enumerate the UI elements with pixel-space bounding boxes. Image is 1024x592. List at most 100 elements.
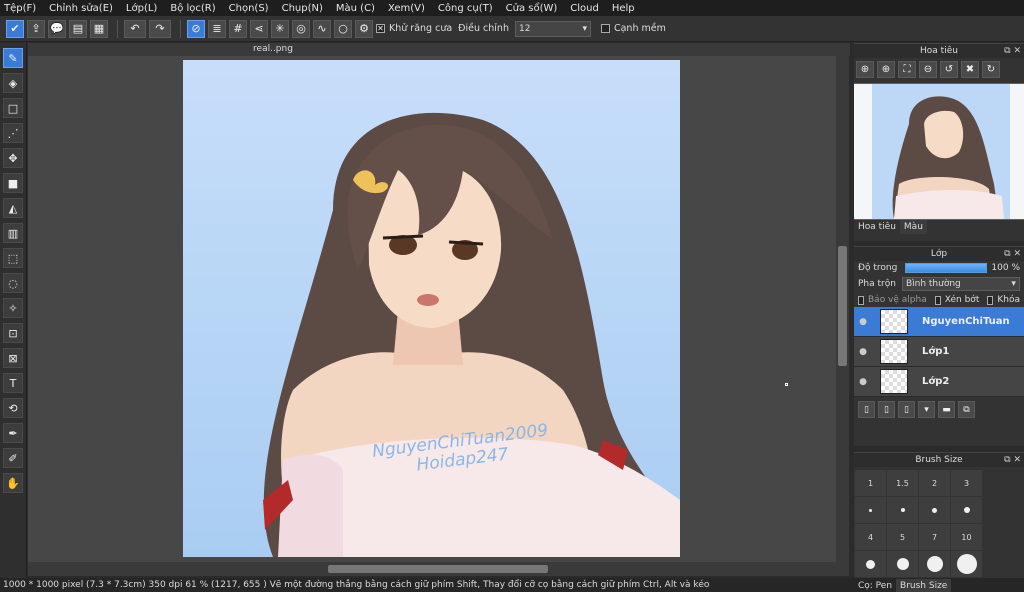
brush-size-cell[interactable]: 10 — [951, 524, 982, 550]
folder-icon[interactable]: ▬ — [938, 401, 955, 418]
brush-size-cell[interactable] — [951, 497, 982, 523]
artwork-canvas[interactable]: NguyenChiTuan2009 Hoidap247 — [183, 60, 680, 557]
select-rect-icon[interactable]: ⬚ — [3, 248, 23, 268]
brush-size-cell[interactable]: 1 — [855, 470, 886, 496]
undo-icon[interactable]: ↶ — [124, 19, 146, 38]
settings-icon[interactable]: ⚙ — [355, 19, 373, 38]
navigator-preview[interactable] — [854, 83, 1024, 220]
smooth-edge-toggle[interactable]: Cạnh mềm — [600, 23, 666, 34]
antialias-toggle[interactable]: ✕ Khử răng cưa — [376, 23, 452, 34]
zoom-out-icon[interactable]: ⊖ — [919, 61, 937, 78]
layer-item[interactable]: ● Lớp2 — [854, 367, 1024, 397]
tab-brush-size[interactable]: Brush Size — [896, 579, 952, 592]
vertical-scrollbar[interactable] — [836, 56, 849, 562]
redo-icon[interactable]: ↷ — [149, 19, 171, 38]
brush-size-cell[interactable]: 2 — [919, 470, 950, 496]
checkbox-icon[interactable] — [858, 295, 864, 305]
operation-icon[interactable]: ⟲ — [3, 398, 23, 418]
fit-icon[interactable]: ⛶ — [898, 61, 916, 78]
eraser-icon[interactable]: ◈ — [3, 73, 23, 93]
menu-view[interactable]: Xem(V) — [388, 3, 425, 14]
vertical-scroll-thumb[interactable] — [838, 246, 847, 366]
brush-size-cell[interactable] — [951, 551, 982, 577]
visibility-icon[interactable]: ● — [854, 317, 872, 327]
circle-icon[interactable]: ○ — [334, 19, 352, 38]
hand-icon[interactable]: ✋ — [3, 473, 23, 493]
menu-file[interactable]: Tệp(F) — [4, 3, 36, 14]
blend-select[interactable]: Bình thường ▾ — [901, 277, 1020, 291]
add-layer-icon[interactable]: ▾ — [918, 401, 935, 418]
menu-window[interactable]: Cửa sổ(W) — [506, 3, 558, 14]
rotate-right-icon[interactable]: ↻ — [982, 61, 1000, 78]
layer-item[interactable]: ● Lớp1 — [854, 337, 1024, 367]
horizontal-scroll-thumb[interactable] — [328, 565, 548, 573]
brush-size-cell[interactable]: 4 — [855, 524, 886, 550]
perspective-icon[interactable]: ⋖ — [250, 19, 268, 38]
select-eraser-icon[interactable]: ⊠ — [3, 348, 23, 368]
speech-bubble-icon[interactable]: 💬 — [48, 19, 66, 38]
menu-select[interactable]: Chọn(S) — [229, 3, 269, 14]
radial-icon[interactable]: ✳ — [271, 19, 289, 38]
brush-size-cell[interactable] — [887, 551, 918, 577]
canvas-area[interactable]: NguyenChiTuan2009 Hoidap247 — [28, 56, 836, 562]
visibility-icon[interactable]: ● — [854, 347, 872, 357]
new-layer-icon[interactable]: ▯ — [878, 401, 895, 418]
zoom-in-icon[interactable]: ⊕ — [856, 61, 874, 78]
brush-size-cell[interactable] — [855, 551, 886, 577]
adjust-select[interactable]: 12 ▾ — [514, 20, 591, 37]
close-icon[interactable]: ⧉ ✕ — [1004, 453, 1021, 467]
brush-size-cell[interactable] — [919, 551, 950, 577]
document-tab[interactable]: real..png — [208, 43, 338, 56]
export-icon[interactable]: ⇪ — [27, 19, 45, 38]
bucket-icon[interactable]: ◭ — [3, 198, 23, 218]
copy-layer-icon[interactable]: ▯ — [898, 401, 915, 418]
new-layer-icon[interactable]: ▯ — [858, 401, 875, 418]
menu-edit[interactable]: Chỉnh sửa(E) — [49, 3, 113, 14]
tab-color[interactable]: Màu — [899, 220, 927, 234]
no-snap-icon[interactable]: ⊘ — [187, 19, 205, 38]
check-icon[interactable]: ✔ — [6, 19, 24, 38]
brush-icon[interactable]: ✎ — [3, 48, 23, 68]
brush-size-cell[interactable]: 7 — [919, 524, 950, 550]
brush-size-cell[interactable] — [919, 497, 950, 523]
gradient-icon[interactable]: ▥ — [3, 223, 23, 243]
select-pen-icon[interactable]: ⊡ — [3, 323, 23, 343]
horizontal-scrollbar[interactable] — [28, 562, 849, 576]
zoom-in-icon[interactable]: ⊕ — [877, 61, 895, 78]
checkbox-icon[interactable] — [987, 295, 994, 305]
menu-cloud[interactable]: Cloud — [570, 3, 599, 14]
menu-color[interactable]: Màu (C) — [336, 3, 375, 14]
duplicate-icon[interactable]: ⧉ — [958, 401, 975, 418]
grid-snap-icon[interactable]: # — [229, 19, 247, 38]
comment-icon[interactable]: ▤ — [69, 19, 87, 38]
text-icon[interactable]: T — [3, 373, 23, 393]
brush-size-cell[interactable] — [887, 497, 918, 523]
menu-capture[interactable]: Chụp(N) — [282, 3, 323, 14]
curve-icon[interactable]: ∿ — [313, 19, 331, 38]
dot-brush-icon[interactable]: ⋰ — [3, 123, 23, 143]
menu-layer[interactable]: Lớp(L) — [126, 3, 157, 14]
menu-help[interactable]: Help — [612, 3, 635, 14]
brush-size-cell[interactable]: 1.5 — [887, 470, 918, 496]
menu-tools[interactable]: Công cụ(T) — [438, 3, 493, 14]
visibility-icon[interactable]: ● — [854, 377, 872, 387]
layer-item[interactable]: ● NguyenChiTuan — [854, 307, 1024, 337]
close-icon[interactable]: ⧉ ✕ — [1004, 44, 1021, 58]
opacity-slider[interactable] — [905, 263, 988, 273]
brush-size-cell[interactable] — [855, 497, 886, 523]
magic-wand-icon[interactable]: ✧ — [3, 298, 23, 318]
concentric-icon[interactable]: ◎ — [292, 19, 310, 38]
eyedropper-icon[interactable]: ✒ — [3, 423, 23, 443]
fill-rect-icon[interactable]: ■ — [3, 173, 23, 193]
tab-brush[interactable]: Cọ: Pen — [854, 579, 896, 592]
move-icon[interactable]: ✥ — [3, 148, 23, 168]
rectangle-icon[interactable]: □ — [3, 98, 23, 118]
parallel-lines-icon[interactable]: ≣ — [208, 19, 226, 38]
rotate-left-icon[interactable]: ↺ — [940, 61, 958, 78]
reset-icon[interactable]: ✖ — [961, 61, 979, 78]
brush-size-cell[interactable]: 5 — [887, 524, 918, 550]
brush-size-cell[interactable]: 3 — [951, 470, 982, 496]
lasso-icon[interactable]: ◌ — [3, 273, 23, 293]
document-icon[interactable]: ▦ — [90, 19, 108, 38]
close-icon[interactable]: ⧉ ✕ — [1004, 247, 1021, 261]
